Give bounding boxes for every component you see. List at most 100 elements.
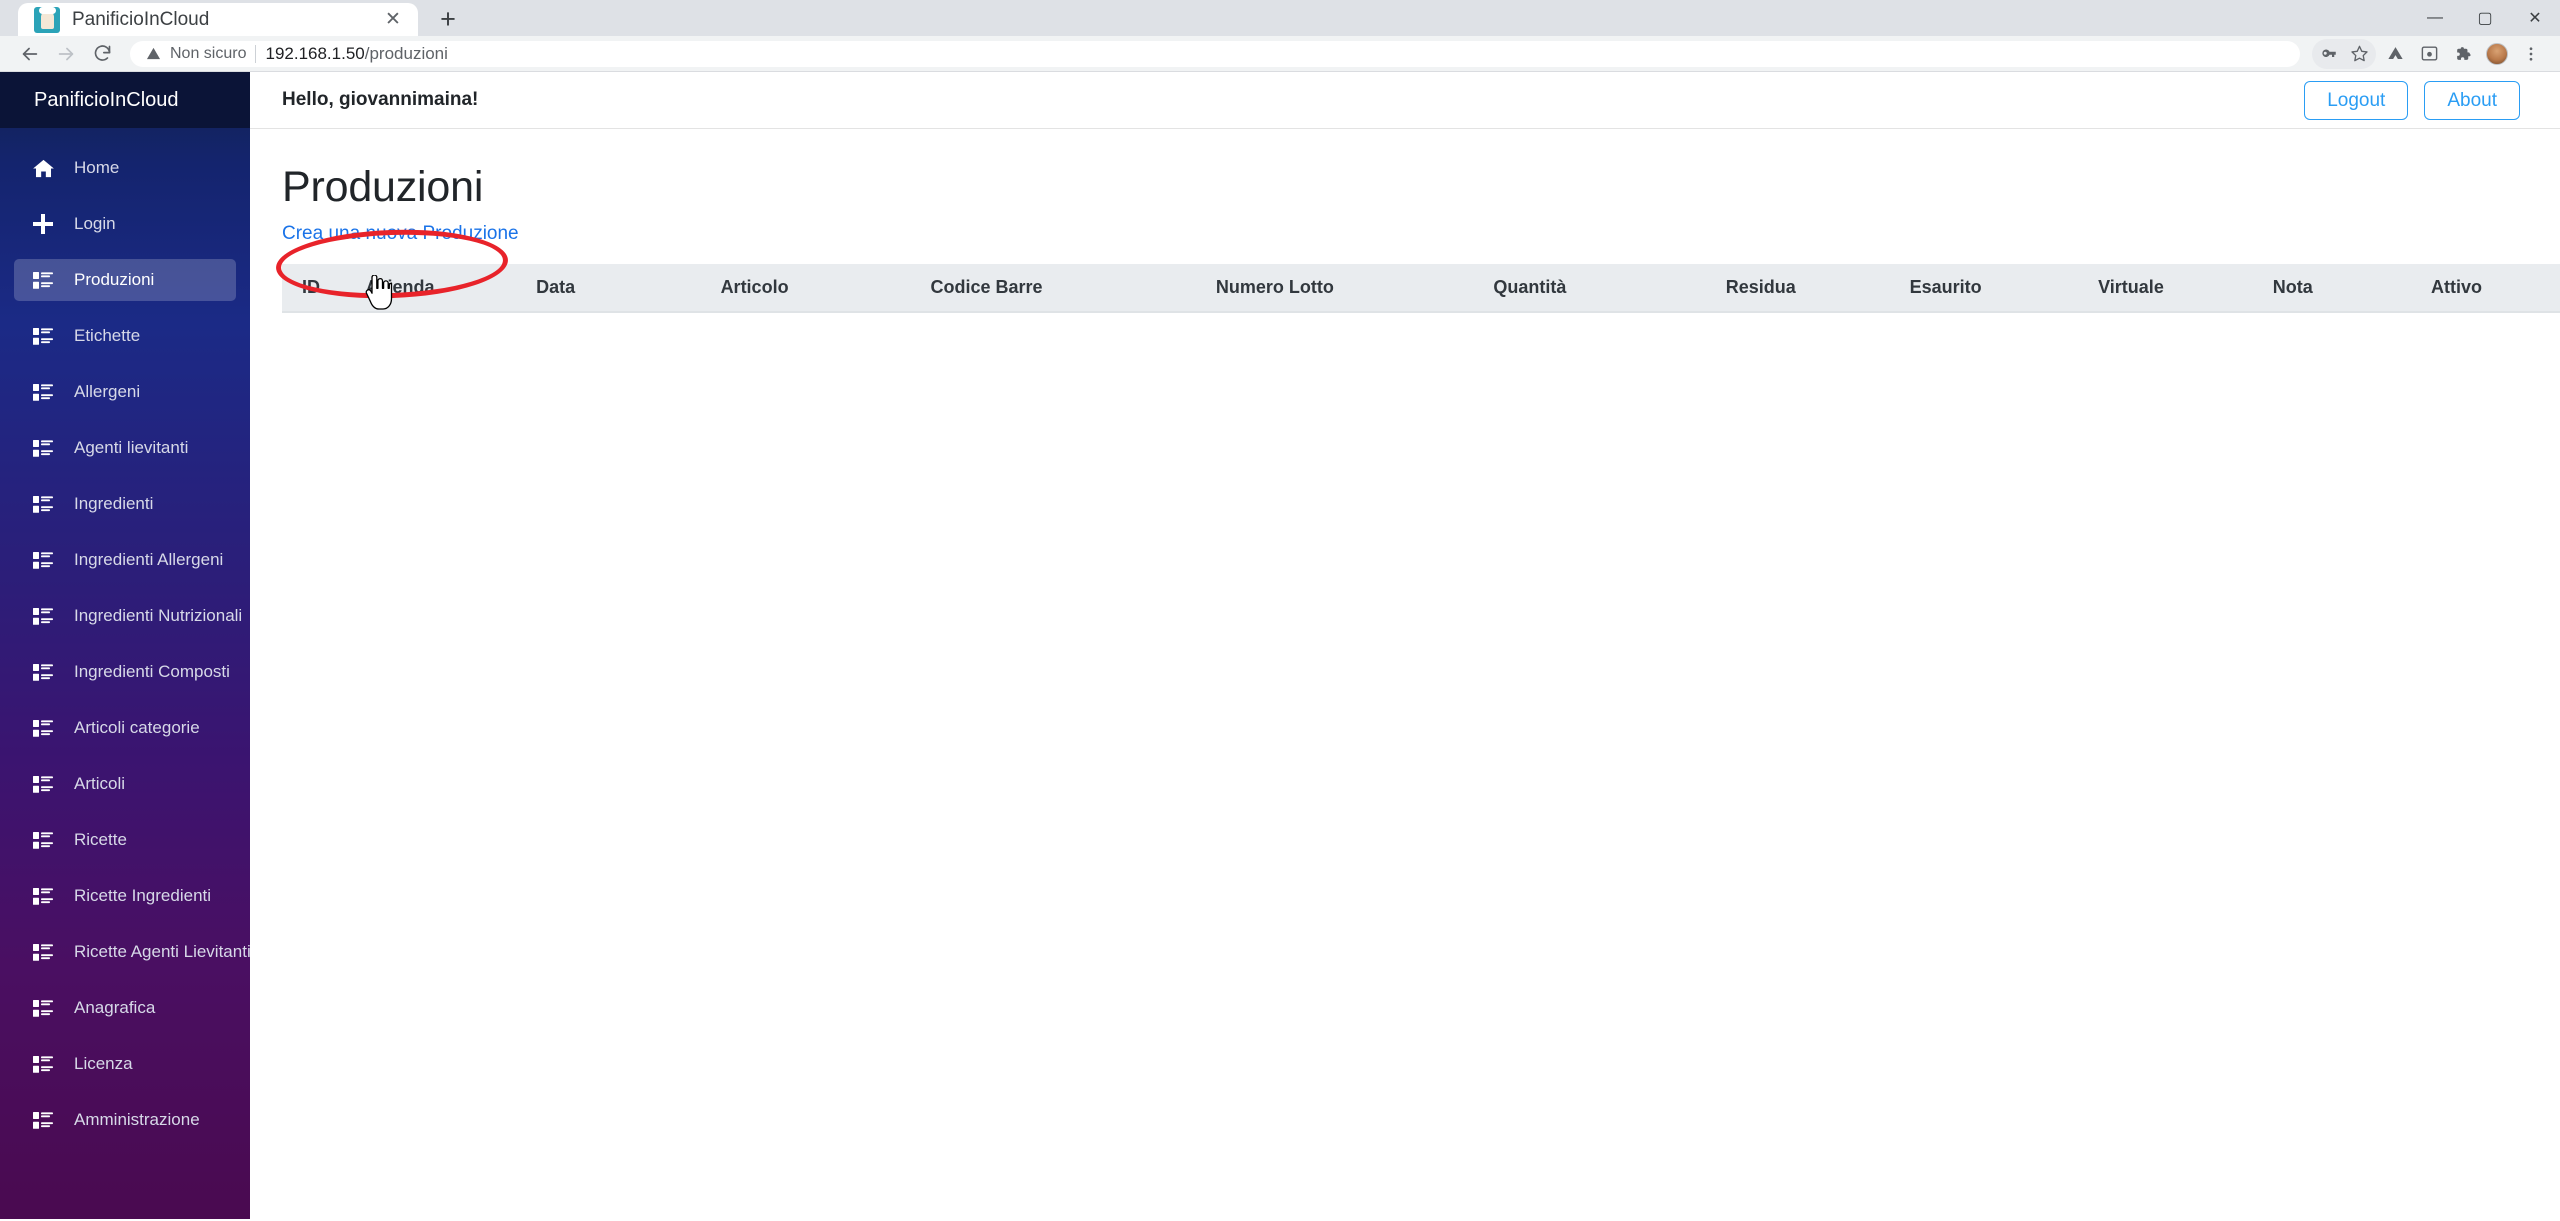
list-icon — [30, 663, 56, 681]
create-new-produzione-link[interactable]: Crea una nuova Produzione — [282, 223, 519, 245]
sidebar-item-ricette-ingredienti[interactable]: Ricette Ingredienti — [14, 875, 236, 917]
key-icon[interactable] — [2314, 39, 2344, 69]
table-header-data: Data — [536, 264, 721, 314]
sidebar-item-label: Ingredienti — [74, 494, 154, 513]
sidebar-item-label: Licenza — [74, 1054, 133, 1073]
list-icon — [30, 887, 56, 905]
sidebar-item-label: Amministrazione — [74, 1110, 200, 1129]
sidebar-item-anagrafica[interactable]: Anagrafica — [14, 987, 236, 1029]
plus-icon — [30, 214, 56, 234]
list-icon — [30, 1055, 56, 1073]
sidebar-item-amministrazione[interactable]: Amministrazione — [14, 1099, 236, 1141]
list-icon — [30, 1111, 56, 1129]
address-bar[interactable]: Non sicuro 192.168.1.50/produzioni — [130, 40, 2300, 67]
omnibox-divider — [255, 44, 257, 63]
sidebar-item-login[interactable]: Login — [14, 203, 236, 245]
sidebar-item-allergeni[interactable]: Allergeni — [14, 371, 236, 413]
produzioni-table: ID Azienda Data Articolo Codice Barre Numero … — [282, 264, 2560, 314]
star-icon[interactable] — [2344, 39, 2374, 69]
sidebar-item-label: Home — [74, 158, 120, 177]
sidebar-item-label: Agenti lievitanti — [74, 438, 189, 457]
sidebar-item-ricette-agenti-lievitanti[interactable]: Ricette Agenti Lievitanti — [14, 931, 250, 973]
top-bar: Hello, giovannimaina! Logout About — [250, 72, 2560, 129]
sidebar-item-etichette[interactable]: Etichette — [14, 315, 236, 357]
sidebar-item-label: Anagrafica — [74, 998, 156, 1017]
table-header-articolo: Articolo — [720, 264, 931, 314]
table-header-azienda: Azienda — [365, 264, 537, 314]
table-header-codice-barre: Codice Barre — [930, 264, 1216, 314]
security-status-label: Non sicuro — [170, 44, 247, 62]
tab-title: PanificioInCloud — [72, 8, 210, 30]
not-secure-warning-icon — [146, 46, 161, 61]
sidebar-item-home[interactable]: Home — [14, 147, 236, 189]
about-button[interactable]: About — [2424, 80, 2520, 120]
toolbar-icon-group — [2312, 38, 2546, 69]
back-icon[interactable] — [14, 38, 46, 70]
sidebar-item-label: Ingredienti Allergeni — [74, 550, 224, 569]
browser-tab-panificioincloud[interactable]: PanificioInCloud ✕ — [18, 3, 418, 36]
home-icon — [30, 159, 56, 178]
table-header-numero-lotto: Numero Lotto — [1215, 264, 1494, 314]
sidebar-item-label: Login — [74, 214, 116, 233]
sidebar-item-ricette[interactable]: Ricette — [14, 819, 236, 861]
sidebar-item-articoli-categorie[interactable]: Articoli categorie — [14, 707, 236, 749]
sidebar: PanificioInCloud Home Login Produzioni Et… — [0, 72, 250, 1219]
sidebar-item-ingredienti-allergeni[interactable]: Ingredienti Allergeni — [14, 539, 236, 581]
url-text: 192.168.1.50/produzioni — [265, 44, 447, 64]
sidebar-item-label: Ricette Agenti Lievitanti — [74, 942, 250, 961]
sidebar-item-ingredienti[interactable]: Ingredienti — [14, 483, 236, 525]
table-header-nota: Nota — [2272, 264, 2431, 314]
chef-hat-icon — [34, 6, 60, 33]
sidebar-item-articoli[interactable]: Articoli — [14, 763, 236, 805]
sidebar-item-label: Ricette — [74, 830, 127, 849]
sidebar-item-label: Articoli — [74, 774, 126, 793]
drive-icon[interactable] — [2380, 39, 2410, 69]
browser-window: PanificioInCloud ✕ + — ▢ ✕ Non sicuro 19… — [0, 0, 2560, 1221]
reload-icon[interactable] — [86, 38, 118, 70]
window-controls: — ▢ ✕ — [2410, 0, 2560, 36]
sidebar-item-licenza[interactable]: Licenza — [14, 1043, 236, 1085]
content-area: Produzioni Crea una nuova Produzione ID A… — [250, 129, 2560, 314]
sidebar-item-produzioni[interactable]: Produzioni — [14, 259, 236, 301]
list-icon — [30, 495, 56, 513]
logout-button[interactable]: Logout — [2304, 80, 2409, 120]
table-header-virtuale: Virtuale — [2098, 264, 2273, 314]
app-brand[interactable]: PanificioInCloud — [0, 72, 250, 128]
sidebar-item-label: Etichette — [74, 326, 141, 345]
sidebar-item-label: Ingredienti Nutrizionali — [74, 606, 243, 625]
new-tab-button[interactable]: + — [426, 3, 470, 36]
table-header-quantità: Quantità — [1493, 264, 1726, 314]
sidebar-item-label: Allergeni — [74, 382, 141, 401]
list-icon — [30, 943, 56, 961]
minimize-icon[interactable]: — — [2410, 0, 2460, 36]
list-icon — [30, 719, 56, 737]
forward-icon[interactable] — [50, 38, 82, 70]
page-title: Produzioni — [282, 163, 484, 211]
chrome-window-icon[interactable] — [2414, 39, 2444, 69]
sidebar-item-label: Articoli categorie — [74, 718, 200, 737]
main-area: Hello, giovannimaina! Logout About Produ… — [250, 72, 2560, 1219]
tab-strip: PanificioInCloud ✕ + — ▢ ✕ — [0, 0, 2560, 36]
three-dot-menu-icon[interactable] — [2516, 39, 2546, 69]
page-body: PanificioInCloud Home Login Produzioni Et… — [0, 72, 2560, 1219]
close-icon[interactable]: ✕ — [380, 7, 406, 33]
list-icon — [30, 775, 56, 793]
table-header-row: ID Azienda Data Articolo Codice Barre Numero … — [282, 264, 2560, 314]
url-path: /produzioni — [364, 43, 448, 63]
sidebar-item-ingredienti-nutrizionali[interactable]: Ingredienti Nutrizionali — [14, 595, 242, 637]
close-window-icon[interactable]: ✕ — [2510, 0, 2560, 36]
sidebar-nav: Home Login Produzioni Etichette Allergeni… — [0, 128, 250, 1141]
list-icon — [30, 327, 56, 345]
omnibox-action-pill — [2312, 38, 2376, 69]
table-head: ID Azienda Data Articolo Codice Barre Numero … — [282, 264, 2560, 314]
list-icon — [30, 551, 56, 569]
sidebar-item-ingredienti-composti[interactable]: Ingredienti Composti — [14, 651, 236, 693]
list-icon — [30, 607, 56, 625]
sidebar-item-label: Produzioni — [74, 270, 155, 289]
maximize-icon[interactable]: ▢ — [2460, 0, 2510, 36]
sidebar-item-agenti-lievitanti[interactable]: Agenti lievitanti — [14, 427, 236, 469]
sidebar-item-label: Ricette Ingredienti — [74, 886, 212, 905]
profile-avatar-icon[interactable] — [2482, 39, 2512, 69]
list-icon — [30, 831, 56, 849]
extensions-puzzle-icon[interactable] — [2448, 39, 2478, 69]
